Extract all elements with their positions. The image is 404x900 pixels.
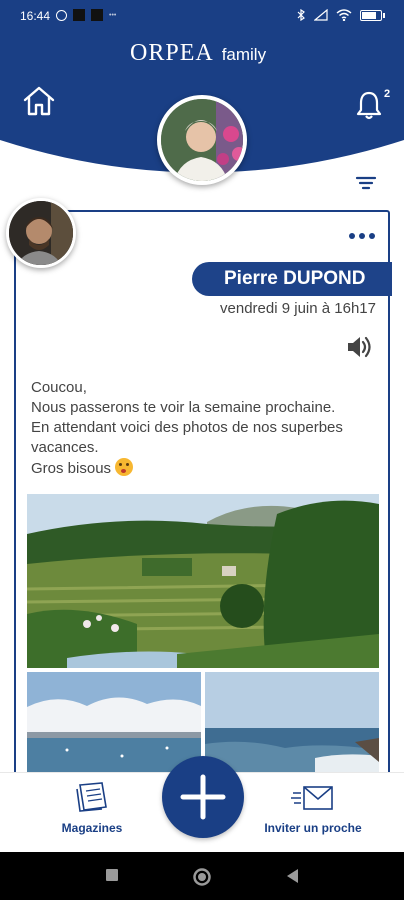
post-date: vendredi 9 juin à 16h17 <box>220 300 376 317</box>
bluetooth-icon <box>297 9 305 21</box>
magazine-icon <box>76 782 107 812</box>
signal-icon <box>314 9 328 21</box>
more-icon <box>369 233 375 239</box>
nav-magazines-label: Magazines <box>61 821 123 835</box>
post-photo-lake[interactable] <box>27 672 201 772</box>
app-header: 16:44 ••• ORPEA family 2 <box>0 0 404 190</box>
logo-brand: ORPEA <box>130 40 214 66</box>
wifi-icon <box>336 9 352 21</box>
bell-icon[interactable] <box>356 90 382 120</box>
post-line: Gros bisous <box>31 460 112 477</box>
more-icon <box>349 233 355 239</box>
logo-suffix: family <box>221 45 267 64</box>
post-more-button[interactable] <box>349 230 381 242</box>
alarm-icon <box>56 9 67 21</box>
plus-icon <box>180 774 226 820</box>
system-navigation-bar <box>0 852 404 900</box>
vineyard-photo <box>27 494 379 668</box>
home-button-icon[interactable] <box>192 867 212 887</box>
filter-icon[interactable] <box>355 175 377 191</box>
add-post-button[interactable] <box>162 756 244 838</box>
status-notification-icons: ••• <box>56 9 116 21</box>
post-photo-sea[interactable] <box>205 672 379 772</box>
author-name-badge: Pierre DUPOND <box>192 262 392 296</box>
author-avatar[interactable] <box>6 198 76 268</box>
post-line-last: Gros bisous <box>31 458 383 479</box>
home-icon[interactable] <box>22 85 56 117</box>
more-notifications-icon: ••• <box>109 11 117 19</box>
status-system-icons <box>296 9 385 21</box>
battery-icon <box>360 9 385 21</box>
more-icon <box>359 233 365 239</box>
status-bar: 16:44 ••• <box>0 8 404 26</box>
app-notification-icon <box>91 9 103 21</box>
app-logo: ORPEA family <box>130 40 266 67</box>
app-notification-icon <box>73 9 85 21</box>
notification-count: 2 <box>384 88 391 100</box>
resident-avatar[interactable] <box>157 95 247 185</box>
kiss-emoji-icon <box>115 458 134 476</box>
sea-photo <box>205 672 379 772</box>
envelope-icon <box>291 786 333 810</box>
post-line: Nous passerons te voir la semaine procha… <box>31 399 336 416</box>
lake-photo <box>27 672 201 772</box>
nav-magazines[interactable]: Magazines <box>50 773 134 835</box>
recents-icon[interactable] <box>104 867 120 883</box>
status-time: 16:44 <box>20 9 51 23</box>
post-line: Coucou, <box>31 379 87 396</box>
post-line: En attendant voici des photos de nos sup… <box>31 419 343 456</box>
post-photo-vineyard[interactable] <box>27 494 379 668</box>
post-message: Coucou, Nous passerons te voir la semain… <box>31 378 383 479</box>
back-icon[interactable] <box>284 867 300 885</box>
speaker-icon[interactable] <box>345 334 373 360</box>
nav-invite-label: Inviter un proche <box>264 821 362 835</box>
nav-invite[interactable]: Inviter un proche <box>258 773 368 835</box>
